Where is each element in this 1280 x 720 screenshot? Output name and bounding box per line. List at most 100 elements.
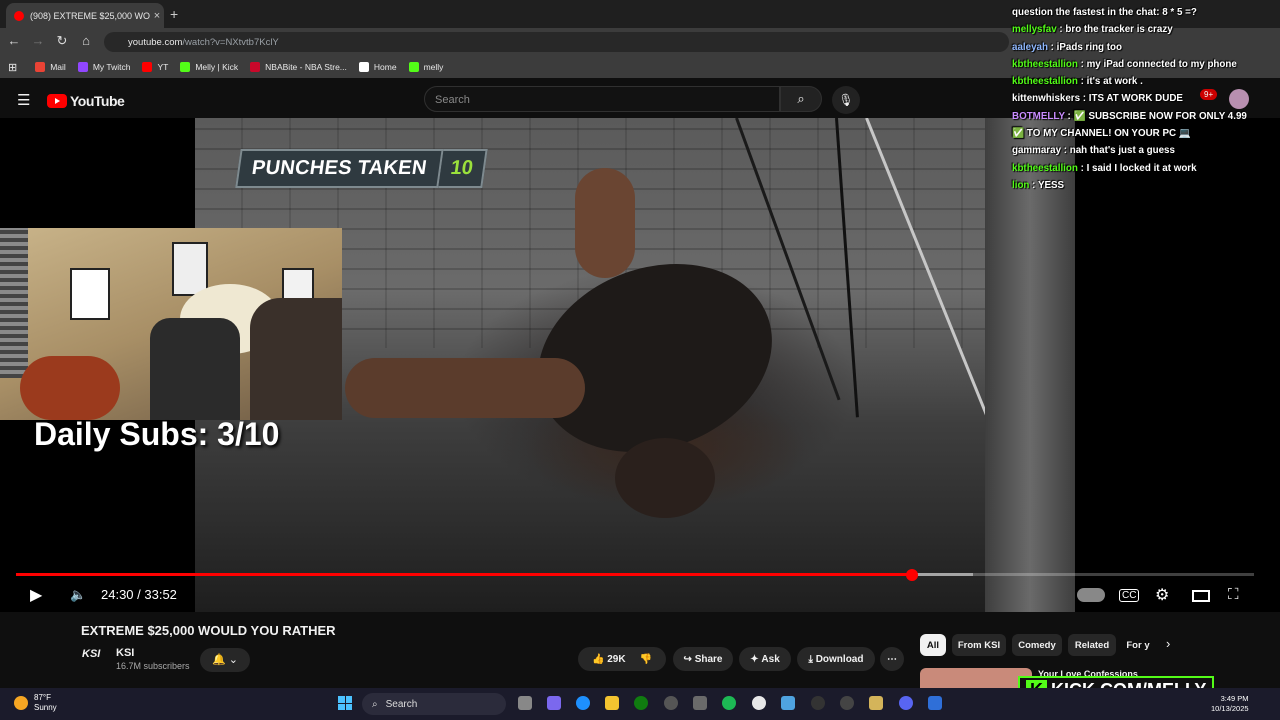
bookmark-item[interactable]: My Twitch [77, 62, 130, 72]
obs-icon[interactable] [664, 696, 678, 710]
more-actions-button[interactable]: ⋯ [880, 647, 904, 671]
bookmark-label: Home [373, 62, 397, 72]
chat-message: question the fastest in the chat: 8 * 5 … [1012, 4, 1280, 21]
ask-button[interactable]: ✦ Ask [739, 647, 791, 671]
chat-message: kbtheestallion : I said I locked it at w… [1012, 162, 1197, 174]
bookmark-item[interactable]: Mail [35, 62, 66, 72]
menu-icon[interactable]: ☰ [17, 91, 30, 109]
chip-for-you[interactable]: For y [1122, 634, 1154, 656]
punches-taken-overlay: PUNCHES TAKEN 10 [235, 146, 488, 190]
new-tab-button[interactable]: + [170, 6, 178, 22]
time-display: 24:30 / 33:52 [101, 587, 177, 602]
photos-icon[interactable] [781, 696, 795, 710]
discord-icon[interactable] [899, 696, 913, 710]
fullscreen-icon[interactable]: ⛶ [1228, 586, 1239, 603]
chat-text: YESS [1037, 179, 1065, 191]
punches-label: PUNCHES TAKEN [235, 148, 444, 188]
subscribe-bell-button[interactable]: 🔔 ⌄ [200, 648, 250, 672]
windows-start-icon[interactable] [338, 696, 352, 710]
app-icon-3[interactable] [928, 696, 942, 710]
share-label: Share [694, 653, 723, 665]
taskbar-search[interactable]: ⌕ Search [362, 693, 506, 715]
thumbs-down-icon[interactable]: 👎 [640, 654, 652, 665]
back-icon[interactable]: ← [6, 33, 22, 48]
store-icon[interactable] [693, 696, 707, 710]
play-icon[interactable]: ▶ [30, 585, 42, 605]
channel-avatar[interactable]: KSI [82, 648, 108, 668]
forward-icon[interactable]: → [30, 33, 46, 48]
bookmark-item[interactable]: Home [358, 62, 397, 72]
system-clock[interactable]: 3:49 PM 10/13/2025 [1211, 694, 1249, 714]
download-label: Download [815, 653, 864, 665]
daily-subs-overlay: Daily Subs: 3/10 [34, 416, 280, 452]
chat-text: nah that's just a guess [1069, 145, 1175, 157]
edge-icon[interactable] [576, 696, 590, 710]
bookmark-label: YT [157, 62, 169, 72]
suggestion-thumbnail[interactable] [920, 668, 1032, 688]
bookmark-label: NBABite - NBA Stre... [265, 62, 347, 72]
settings-gear-icon[interactable]: ⚙ [1155, 585, 1169, 605]
chat-message: gammaray : nah that's just a guess [1012, 145, 1175, 157]
autoplay-toggle[interactable] [1077, 588, 1105, 602]
chat-message: aaleyah : iPads ring too [1012, 41, 1122, 53]
app-icon[interactable] [840, 696, 854, 710]
bookmark-favicon-icon [250, 62, 261, 72]
youtube-logo[interactable]: YouTube [47, 93, 125, 109]
volume-icon[interactable]: 🔈 [70, 587, 86, 603]
bell-icon: 🔔 [212, 654, 226, 666]
chevron-right-icon[interactable]: › [1166, 636, 1170, 651]
chip-comedy[interactable]: Comedy [1012, 634, 1062, 656]
stream-chat: question the fastest in the chat: 8 * 5 … [1012, 4, 1280, 194]
chat-text: it's at work . [1086, 76, 1143, 88]
media-player-icon[interactable] [811, 696, 825, 710]
weather-widget[interactable]: 87°F Sunny [14, 693, 57, 713]
bookmark-favicon-icon [77, 62, 88, 72]
theater-mode-icon[interactable] [1192, 590, 1210, 602]
copilot-icon[interactable] [547, 696, 561, 710]
like-dislike-group: 👍 29K 👎 [578, 647, 666, 671]
bookmark-label: Melly | Kick [195, 62, 239, 72]
like-button[interactable]: 👍 29K [592, 654, 626, 665]
chip-all[interactable]: All [920, 634, 946, 656]
mic-icon[interactable]: 🎙 [832, 86, 860, 114]
xbox-icon[interactable] [634, 696, 648, 710]
taskbar-search-label: Search [385, 698, 418, 710]
ask-label: Ask [761, 653, 780, 665]
app-icon-2[interactable] [869, 696, 883, 710]
bookmark-favicon-icon [180, 62, 191, 72]
chat-text: question the fastest in the chat: 8 * 5 … [1012, 7, 1197, 18]
chat-username: kbtheestallion [1012, 162, 1078, 174]
bookmark-item[interactable]: NBABite - NBA Stre... [250, 62, 347, 72]
browser-tab[interactable]: (908) EXTREME $25,000 WOULD... × [6, 3, 164, 28]
file-explorer-icon[interactable] [605, 696, 619, 710]
sun-icon [14, 696, 28, 710]
chip-from-ksi[interactable]: From KSI [952, 634, 1006, 656]
bookmark-label: Mail [50, 62, 66, 72]
home-icon[interactable]: ⌂ [78, 33, 94, 48]
tab-close-icon[interactable]: × [150, 10, 164, 22]
captions-icon[interactable]: CC [1119, 589, 1140, 602]
sparkle-icon: ✦ [750, 653, 759, 665]
address-bar[interactable]: youtube.com/watch?v=NXtvtb7KclY [104, 32, 1009, 52]
download-button[interactable]: ⤓ Download [797, 647, 875, 671]
chip-related[interactable]: Related [1068, 634, 1116, 656]
share-button[interactable]: ↪ Share [673, 647, 733, 671]
like-count: 29K [607, 653, 626, 665]
task-view-icon[interactable] [518, 696, 532, 710]
progress-played [16, 573, 913, 576]
bookmark-favicon-icon [35, 62, 46, 72]
search-icon[interactable]: ⌕ [780, 86, 822, 112]
bookmark-item[interactable]: melly [408, 62, 443, 72]
tab-title: (908) EXTREME $25,000 WOULD... [30, 10, 150, 21]
thumbs-up-icon: 👍 [591, 653, 605, 665]
apps-grid-icon[interactable]: ⊞ [8, 61, 17, 74]
chat-username: kbtheestallion [1012, 76, 1078, 88]
spotify-icon[interactable] [722, 696, 736, 710]
channel-name[interactable]: KSI [116, 647, 134, 659]
bookmark-item[interactable]: YT [142, 62, 168, 72]
bookmark-item[interactable]: Melly | Kick [180, 62, 238, 72]
download-icon: ⤓ [808, 653, 813, 665]
reload-icon[interactable]: ↻ [54, 33, 70, 49]
search-input[interactable]: Search [424, 86, 780, 112]
chrome-icon[interactable] [752, 696, 766, 710]
